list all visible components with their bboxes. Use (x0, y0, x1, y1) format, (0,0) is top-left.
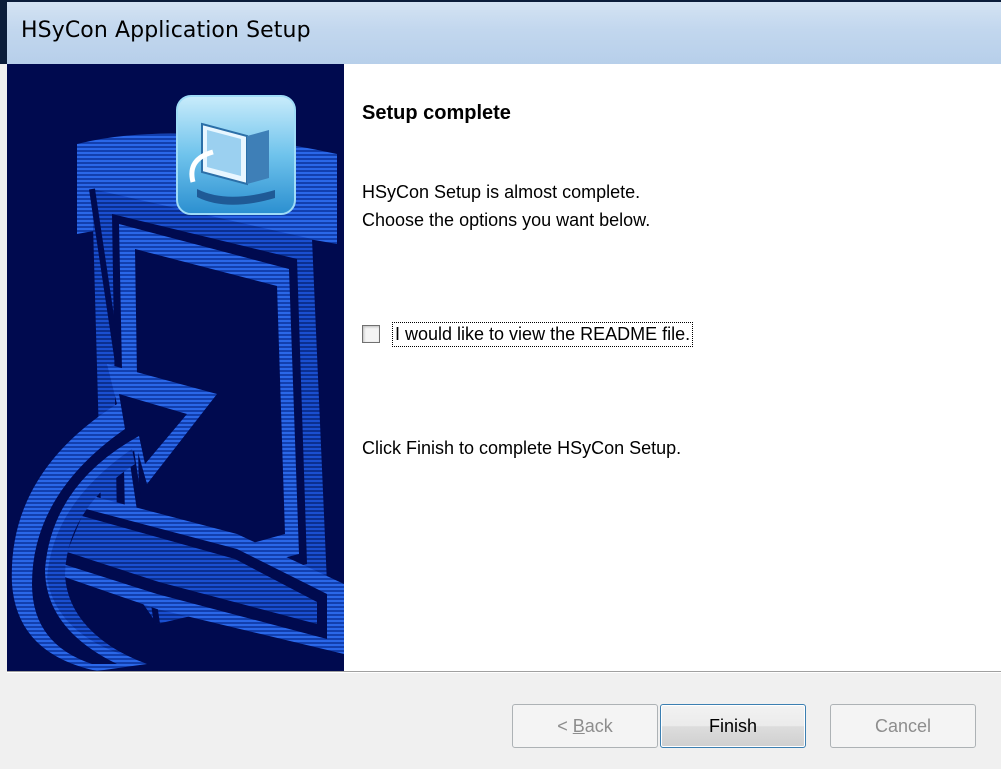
finish-button[interactable]: Finish (660, 704, 806, 748)
computer-install-icon (176, 95, 296, 215)
side-banner (7, 64, 344, 671)
readme-checkbox-label[interactable]: I would like to view the README file. (391, 321, 694, 347)
cancel-button[interactable]: Cancel (830, 704, 976, 748)
status-message: HSyCon Setup is almost complete. Choose … (362, 178, 650, 234)
readme-checkbox[interactable] (362, 325, 380, 343)
back-button-accelerator: B (572, 715, 585, 736)
status-line-2: Choose the options you want below. (362, 210, 651, 230)
readme-option[interactable]: I would like to view the README file. (362, 320, 694, 348)
back-button-rest: ack (584, 715, 613, 736)
content-pane: Setup complete HSyCon Setup is almost co… (344, 64, 1001, 671)
window-title: HSyCon Application Setup (21, 18, 311, 43)
footer-divider (7, 671, 1001, 673)
dialog-client-area: Setup complete HSyCon Setup is almost co… (7, 64, 1001, 769)
finish-instruction: Click Finish to complete HSyCon Setup. (362, 438, 682, 458)
back-button[interactable]: < Back (512, 704, 658, 748)
status-line-1: HSyCon Setup is almost complete. (362, 182, 641, 202)
back-button-prefix: < (557, 715, 573, 736)
title-bar[interactable]: HSyCon Application Setup (0, 0, 1001, 64)
page-heading: Setup complete (362, 102, 511, 124)
setup-banner-graphic (11, 95, 344, 671)
